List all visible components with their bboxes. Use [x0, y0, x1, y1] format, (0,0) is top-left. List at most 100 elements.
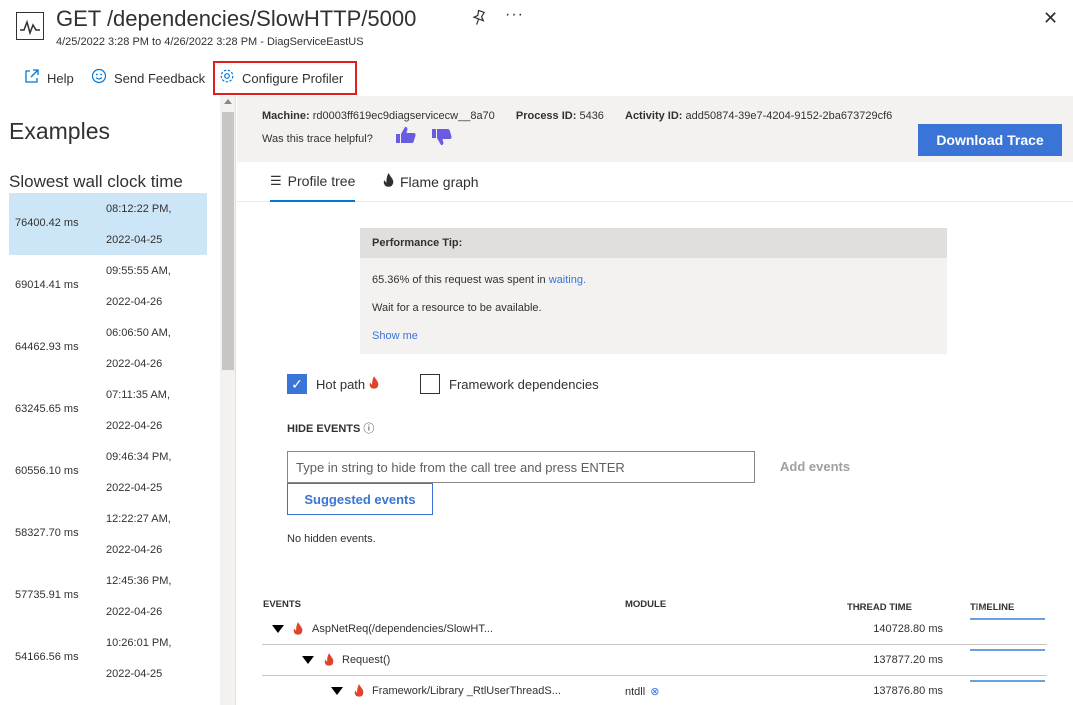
list-item[interactable]: 69014.41 ms 09:55:55 AM, 2022-04-26 [9, 255, 207, 317]
blade-header: GET /dependencies/SlowHTTP/5000 ··· 4/25… [0, 0, 1073, 56]
info-icon[interactable]: ⓘ [363, 423, 374, 435]
date: 2022-04-25 [106, 234, 163, 246]
flame-icon [293, 622, 303, 638]
sidebar-title: Examples [9, 118, 110, 144]
thread-time: 137876.80 ms [873, 685, 943, 697]
date: 2022-04-26 [106, 544, 163, 556]
hot-path-checkbox[interactable]: ✓ Hot path [287, 374, 379, 394]
list-icon: ☰ [270, 173, 282, 188]
performance-tip: Performance Tip: 65.36% of this request … [360, 228, 947, 354]
checkmark-icon: ✓ [287, 374, 307, 394]
tab-flame-graph[interactable]: Flame graph [383, 162, 479, 201]
table-row[interactable]: AspNetReq(/dependencies/SlowHT... 140728… [262, 614, 1047, 645]
checkbox-box [420, 374, 440, 394]
time: 09:55:55 AM, [106, 265, 171, 277]
machine-value: rd0003ff619ec9diagservicecw__8a70 [312, 110, 495, 122]
module-name: ntdll [625, 686, 646, 698]
help-label: Help [47, 70, 74, 86]
events-table: EVENTS MODULE THREAD TIME ↑↓ TIMELINE ↑↓ A… [262, 596, 1047, 705]
thumbs-down-icon[interactable] [431, 128, 453, 149]
collapse-caret-icon[interactable] [272, 625, 284, 633]
configure-profiler-button[interactable]: Configure Profiler [213, 61, 357, 95]
time: 12:45:36 PM, [106, 575, 172, 587]
show-me-link[interactable]: Show me [372, 330, 418, 342]
list-item[interactable]: 58327.70 ms 12:22:27 AM, 2022-04-26 [9, 503, 207, 565]
collapse-caret-icon[interactable] [302, 656, 314, 664]
toolbar: Help Send Feedback Configure Profiler [0, 60, 1073, 96]
thread-time: 137877.20 ms [873, 654, 943, 666]
table-row[interactable]: Framework/Library _RtlUserThreadS... ntd… [262, 676, 1047, 705]
time: 10:26:01 PM, [106, 637, 172, 649]
activity-label: Activity ID: [625, 110, 683, 122]
time: 12:22:27 AM, [106, 513, 171, 525]
list-item[interactable]: 76400.42 ms 08:12:22 PM, 2022-04-25 [9, 193, 207, 255]
more-options-icon[interactable]: ··· [505, 6, 524, 24]
time: 06:06:50 AM, [106, 327, 171, 339]
send-feedback-button[interactable]: Send Feedback [91, 60, 205, 96]
list-item[interactable]: 57735.91 ms 12:45:36 PM, 2022-04-26 [9, 565, 207, 627]
thumbs-up-icon[interactable] [395, 126, 417, 147]
duration: 57735.91 ms [15, 589, 79, 601]
pin-icon[interactable] [472, 9, 486, 30]
list-item[interactable]: 64462.93 ms 06:06:50 AM, 2022-04-26 [9, 317, 207, 379]
sort-icon[interactable]: ↑↓ [975, 602, 985, 613]
machine-label: Machine: [262, 110, 310, 122]
external-link-icon [24, 68, 40, 89]
event-name: AspNetReq(/dependencies/SlowHT... [312, 623, 493, 635]
no-hidden-events-text: No hidden events. [287, 533, 376, 545]
column-events[interactable]: EVENTS [263, 599, 301, 610]
process-value: 5436 [579, 110, 604, 122]
time: 07:11:35 AM, [106, 389, 171, 401]
gear-icon [219, 68, 235, 89]
hot-path-label: Hot path [316, 376, 366, 392]
duration: 69014.41 ms [15, 279, 79, 291]
framework-dependencies-label: Framework dependencies [449, 376, 599, 392]
hide-events-heading: HIDE EVENTS ⓘ [287, 420, 374, 436]
trace-info-bar: Machine: rd0003ff619ec9diagservicecw__8a… [237, 96, 1073, 162]
add-events-button[interactable]: Add events [780, 459, 850, 474]
suggested-events-button[interactable]: Suggested events [287, 483, 433, 515]
flame-icon [324, 653, 334, 669]
dismiss-circle-icon[interactable]: ⊗ [650, 686, 659, 698]
scrollbar-thumb[interactable] [222, 112, 234, 370]
time: 08:12:22 PM, [106, 203, 172, 215]
trace-info-line: Machine: rd0003ff619ec9diagservicecw__8a… [262, 110, 892, 122]
download-trace-button[interactable]: Download Trace [918, 124, 1062, 156]
scroll-up-arrow-icon[interactable] [224, 99, 232, 104]
duration: 64462.93 ms [15, 341, 79, 353]
table-row[interactable]: Request() 137877.20 ms [262, 645, 1047, 676]
list-item[interactable]: 63245.65 ms 07:11:35 AM, 2022-04-26 [9, 379, 207, 441]
event-name: Framework/Library _RtlUserThreadS... [372, 685, 561, 697]
hide-events-input[interactable] [287, 451, 755, 483]
timeline-bar [970, 649, 1045, 651]
date: 2022-04-25 [106, 668, 163, 680]
waiting-link[interactable]: waiting. [549, 274, 586, 286]
configure-profiler-label: Configure Profiler [242, 70, 344, 86]
timeline-bar [970, 618, 1045, 620]
date: 2022-04-26 [106, 606, 163, 618]
performance-tip-text: 65.36% of this request was spent in [372, 274, 549, 286]
date: 2022-04-26 [106, 358, 163, 370]
process-label: Process ID: [515, 110, 577, 122]
tab-profile-tree[interactable]: ☰ Profile tree [270, 162, 356, 202]
main-panel: Machine: rd0003ff619ec9diagservicecw__8a… [237, 96, 1073, 705]
list-item[interactable]: 54166.56 ms 10:26:01 PM, 2022-04-25 [9, 627, 207, 689]
performance-tip-heading: Performance Tip: [360, 228, 947, 258]
list-item[interactable]: 60556.10 ms 09:46:34 PM, 2022-04-25 [9, 441, 207, 503]
examples-list: 76400.42 ms 08:12:22 PM, 2022-04-25 6901… [9, 193, 207, 689]
tab-flame-graph-label: Flame graph [400, 173, 479, 190]
feedback-label: Send Feedback [114, 70, 206, 86]
sort-icon[interactable]: ↑↓ [852, 602, 862, 613]
framework-dependencies-checkbox[interactable]: Framework dependencies [420, 374, 599, 394]
date: 2022-04-26 [106, 420, 163, 432]
activity-value: add50874-39e7-4204-9152-2ba673729cf6 [685, 110, 893, 122]
collapse-caret-icon[interactable] [331, 687, 343, 695]
examples-sidebar: Examples Slowest wall clock time 76400.4… [0, 96, 236, 705]
duration: 60556.10 ms [15, 465, 79, 477]
timeline-bar [970, 680, 1045, 682]
column-module[interactable]: MODULE [625, 599, 666, 610]
close-icon[interactable]: ✕ [1043, 8, 1058, 29]
help-button[interactable]: Help [24, 60, 74, 96]
hide-events-label: HIDE EVENTS [287, 423, 361, 435]
date: 2022-04-26 [106, 296, 163, 308]
